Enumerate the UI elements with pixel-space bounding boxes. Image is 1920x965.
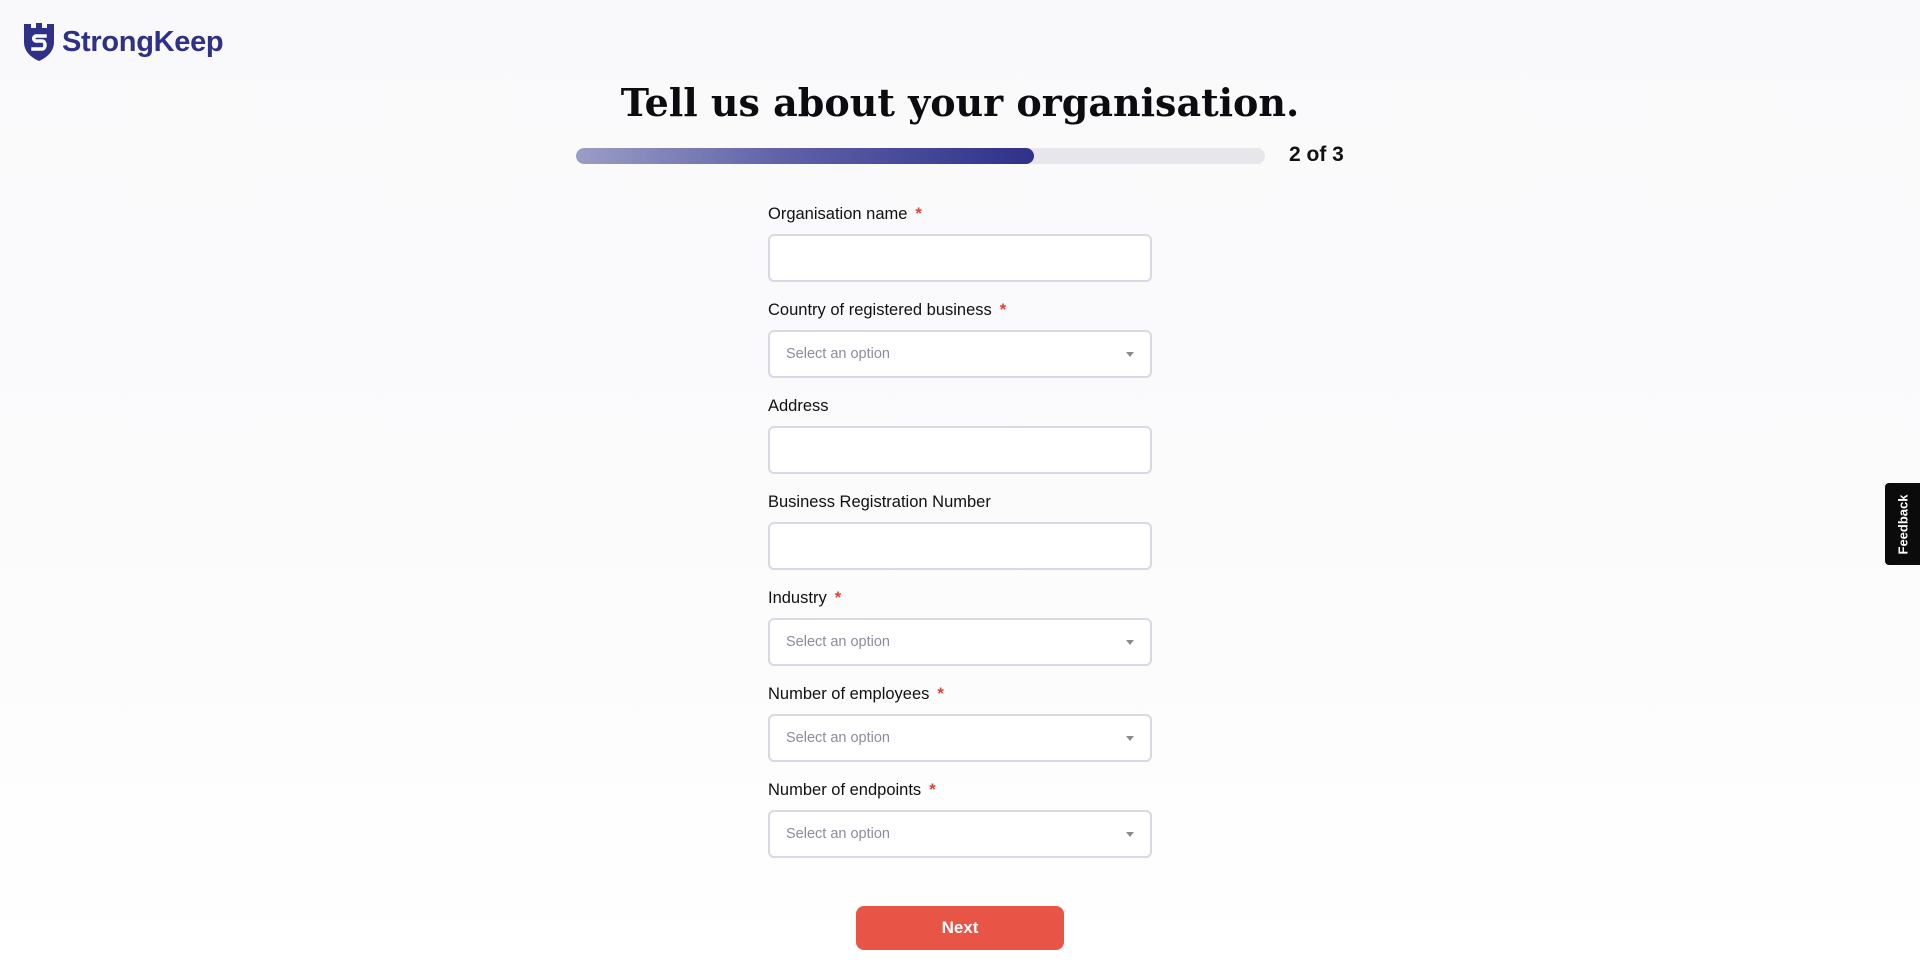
chevron-down-icon bbox=[1126, 736, 1134, 741]
brand-name: StrongKeep bbox=[62, 25, 224, 58]
endpoints-label-text: Number of endpoints bbox=[768, 781, 922, 799]
progress-step-label: 2 of 3 bbox=[1289, 143, 1344, 166]
organisation-form: Organisation name * Country of registered… bbox=[768, 202, 1152, 874]
required-marker: * bbox=[929, 781, 936, 799]
required-marker: * bbox=[999, 301, 1007, 319]
page-title: Tell us about your organisation. bbox=[620, 80, 1300, 125]
business-registration-label: Business Registration Number bbox=[768, 490, 1152, 514]
page: StrongKeep Tell us about your organisati… bbox=[0, 0, 1920, 965]
required-marker: * bbox=[937, 685, 944, 703]
industry-label: Industry * bbox=[768, 586, 1152, 610]
endpoints-select-placeholder: Select an option bbox=[786, 826, 890, 842]
chevron-down-icon bbox=[1126, 832, 1134, 837]
address-field: Address bbox=[768, 394, 1152, 490]
next-button[interactable]: Next bbox=[856, 906, 1064, 950]
endpoints-field: Number of endpoints * Select an option bbox=[768, 778, 1152, 874]
address-label: Address bbox=[768, 394, 1152, 418]
organisation-name-label-text: Organisation name bbox=[768, 205, 908, 223]
progress-bar-fill bbox=[576, 148, 1035, 164]
employees-select-placeholder: Select an option bbox=[786, 730, 890, 746]
required-marker: * bbox=[915, 205, 922, 223]
business-registration-input[interactable] bbox=[786, 523, 1134, 569]
address-input-box[interactable] bbox=[768, 426, 1152, 474]
required-marker: * bbox=[834, 589, 842, 607]
organisation-name-field: Organisation name * bbox=[768, 202, 1152, 298]
feedback-tab[interactable]: Feedback bbox=[1885, 483, 1920, 565]
feedback-label: Feedback bbox=[1895, 494, 1911, 554]
country-select-placeholder: Select an option bbox=[786, 346, 890, 362]
progress-bar bbox=[576, 148, 1265, 164]
country-field: Country of registered business * Select a… bbox=[768, 298, 1152, 394]
chevron-down-icon bbox=[1126, 352, 1134, 357]
business-registration-input-box[interactable] bbox=[768, 522, 1152, 570]
business-registration-label-text: Business Registration Number bbox=[768, 493, 991, 511]
country-select[interactable]: Select an option bbox=[768, 330, 1152, 378]
country-label-text: Country of registered business bbox=[768, 301, 992, 319]
chevron-down-icon bbox=[1126, 640, 1134, 645]
endpoints-select[interactable]: Select an option bbox=[768, 810, 1152, 858]
employees-label-text: Number of employees bbox=[768, 685, 930, 703]
brand-logo[interactable]: StrongKeep bbox=[22, 22, 224, 62]
employees-field: Number of employees * Select an option bbox=[768, 682, 1152, 778]
industry-label-text: Industry bbox=[768, 589, 827, 607]
organisation-name-label: Organisation name * bbox=[768, 202, 1152, 226]
business-registration-field: Business Registration Number bbox=[768, 490, 1152, 586]
shield-logo-icon bbox=[24, 23, 54, 61]
endpoints-label: Number of endpoints * bbox=[768, 778, 1152, 802]
employees-select[interactable]: Select an option bbox=[768, 714, 1152, 762]
organisation-name-input-box[interactable] bbox=[768, 234, 1152, 282]
country-label: Country of registered business * bbox=[768, 298, 1152, 322]
organisation-name-input[interactable] bbox=[786, 235, 1134, 281]
industry-field: Industry * Select an option bbox=[768, 586, 1152, 682]
industry-select[interactable]: Select an option bbox=[768, 618, 1152, 666]
industry-select-placeholder: Select an option bbox=[786, 634, 890, 650]
employees-label: Number of employees * bbox=[768, 682, 1152, 706]
address-label-text: Address bbox=[768, 397, 829, 415]
address-input[interactable] bbox=[786, 427, 1134, 473]
